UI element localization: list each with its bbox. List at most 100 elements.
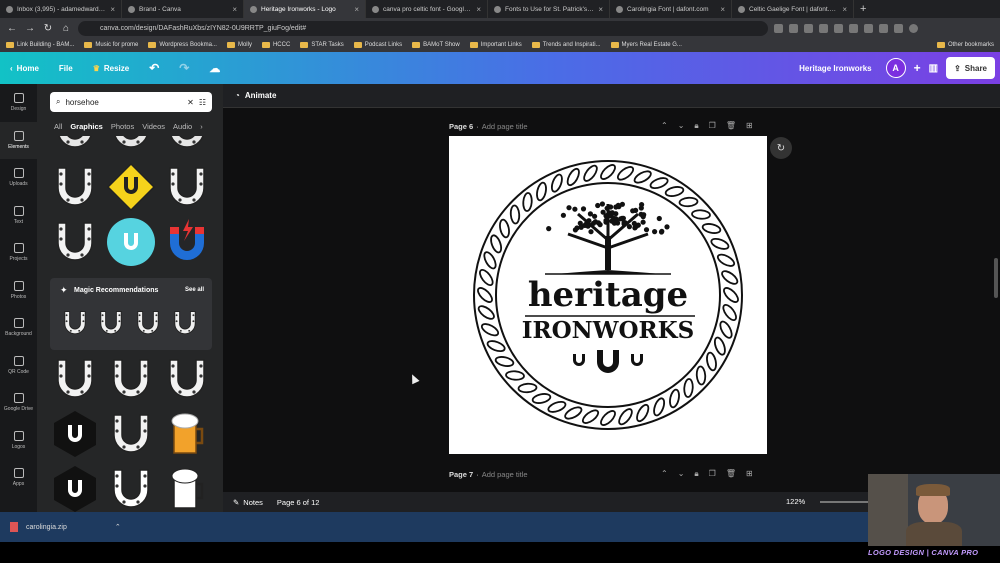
close-tab-icon[interactable]: × xyxy=(598,5,603,14)
bookmark-item[interactable]: HCCC xyxy=(262,42,290,48)
recommended-graphic[interactable] xyxy=(96,306,126,340)
extension-icon[interactable] xyxy=(894,24,903,33)
graphic-item[interactable] xyxy=(50,136,100,156)
design-title[interactable]: Heritage Ironworks xyxy=(799,64,871,73)
close-tab-icon[interactable]: × xyxy=(476,5,481,14)
add-page-icon[interactable]: ⊞ xyxy=(746,469,753,479)
browser-tab[interactable]: canva pro celtic font - Google S... × xyxy=(366,0,488,18)
notes-button[interactable]: Notes xyxy=(243,498,263,507)
beer-mug-graphic[interactable] xyxy=(162,464,212,512)
undo-icon[interactable]: ↶ xyxy=(149,61,159,75)
horseshoe-graphic[interactable] xyxy=(106,409,156,459)
close-tab-icon[interactable]: × xyxy=(842,5,847,14)
bookmark-item[interactable]: Molly xyxy=(227,42,252,48)
design-page[interactable]: heritage IRONWORKS xyxy=(449,136,767,454)
bookmark-item[interactable]: Important Links xyxy=(470,42,522,48)
horseshoe-graphic[interactable] xyxy=(50,217,100,267)
resize-button[interactable]: ♛ Resize xyxy=(93,64,130,73)
home-button[interactable]: ‹ Home xyxy=(10,64,39,73)
chevron-right-icon[interactable]: › xyxy=(200,122,203,131)
magnet-hexagon-graphic[interactable] xyxy=(50,464,100,512)
chevron-up-icon[interactable]: ⌃ xyxy=(661,121,668,131)
browser-tab[interactable]: Celtic Gaelige Font | dafont.com × xyxy=(732,0,854,18)
clear-icon[interactable]: ✕ xyxy=(187,98,194,107)
lock-icon[interactable]: 🔒︎ xyxy=(694,121,698,131)
chevron-down-icon[interactable]: ⌄ xyxy=(678,121,685,131)
horseshoe-graphic[interactable] xyxy=(162,162,212,212)
page-counter[interactable]: Page 6 of 12 xyxy=(277,498,320,507)
add-page-icon[interactable]: ⊞ xyxy=(746,121,753,131)
forward-icon[interactable]: → xyxy=(24,23,36,34)
browser-tab[interactable]: Carolingia Font | dafont.com × xyxy=(610,0,732,18)
add-page-title[interactable]: Add page title xyxy=(482,470,528,479)
chevron-up-icon[interactable]: ⌃ xyxy=(115,523,121,531)
bookmark-item[interactable]: Trends and Inspirati... xyxy=(532,42,601,48)
avatar[interactable]: A xyxy=(886,58,906,78)
bookmark-item[interactable]: Podcast Links xyxy=(354,42,402,48)
extension-icon[interactable] xyxy=(804,24,813,33)
rail-item[interactable]: Projects xyxy=(0,234,37,272)
beer-mug-graphic[interactable] xyxy=(162,409,212,459)
recommended-graphic[interactable] xyxy=(170,306,200,340)
trash-icon[interactable]: 🗑︎ xyxy=(726,469,736,479)
chevron-down-icon[interactable]: ⌄ xyxy=(678,469,685,479)
extension-icon[interactable] xyxy=(849,24,858,33)
bookmark-item[interactable]: BAMoT Show xyxy=(412,42,460,48)
animate-button[interactable]: Animate xyxy=(245,91,277,100)
horseshoe-graphic[interactable] xyxy=(50,162,100,212)
download-item[interactable]: carolingia.zip xyxy=(26,524,67,531)
duplicate-icon[interactable]: ❐ xyxy=(709,121,716,131)
redo-icon[interactable]: ↷ xyxy=(179,61,189,75)
category-tab[interactable]: Audio xyxy=(173,122,192,131)
horseshoe-graphic[interactable] xyxy=(106,354,156,404)
add-page-title[interactable]: Add page title xyxy=(482,122,528,131)
bookmark-item[interactable]: STAR Tasks xyxy=(300,42,343,48)
category-tab[interactable]: All xyxy=(54,122,62,131)
add-people-icon[interactable]: + xyxy=(914,61,921,75)
graphic-item[interactable] xyxy=(162,136,212,156)
file-menu[interactable]: File xyxy=(59,64,73,73)
bookmark-item[interactable]: Link Building - BAM... xyxy=(6,42,74,48)
magnet-circle-graphic[interactable] xyxy=(106,217,156,267)
trash-icon[interactable]: 🗑︎ xyxy=(726,121,736,131)
magnet-graphic[interactable] xyxy=(162,217,212,267)
lock-icon[interactable]: 🔒︎ xyxy=(694,469,698,479)
rail-item[interactable]: Elements xyxy=(0,122,37,160)
other-bookmarks[interactable]: Other bookmarks xyxy=(937,42,994,48)
analytics-icon[interactable]: ▥ xyxy=(929,63,938,74)
search-input[interactable]: ⌕ horsehoe ✕ ☷ xyxy=(50,92,212,112)
close-tab-icon[interactable]: × xyxy=(110,5,115,14)
new-tab-icon[interactable]: + xyxy=(860,3,866,15)
close-tab-icon[interactable]: × xyxy=(720,5,725,14)
cloud-save-icon[interactable]: ☁ xyxy=(209,62,220,75)
rail-item[interactable]: Logos xyxy=(0,422,37,460)
home-icon[interactable]: ⌂ xyxy=(60,23,72,34)
browser-tab[interactable]: Brand - Canva × xyxy=(122,0,244,18)
back-icon[interactable]: ← xyxy=(6,23,18,34)
horseshoe-graphic[interactable] xyxy=(162,354,212,404)
rail-item[interactable]: Background xyxy=(0,309,37,347)
bookmark-item[interactable]: Myers Real Estate G... xyxy=(611,42,682,48)
rail-item[interactable]: Google Drive xyxy=(0,384,37,422)
zoom-level[interactable]: 122% xyxy=(786,497,805,506)
horseshoe-graphic[interactable] xyxy=(50,354,100,404)
profile-icon[interactable] xyxy=(909,24,918,33)
rail-item[interactable]: Photos xyxy=(0,272,37,310)
horseshoe-sign-graphic[interactable] xyxy=(106,162,156,212)
extension-icon[interactable] xyxy=(834,24,843,33)
magnet-hexagon-graphic[interactable] xyxy=(50,409,100,459)
share-button[interactable]: ⇪ Share xyxy=(946,57,995,79)
see-all-link[interactable]: See all xyxy=(185,287,204,293)
extension-icon[interactable] xyxy=(879,24,888,33)
bookmark-item[interactable]: Wordpress Bookma... xyxy=(148,42,217,48)
rail-item[interactable]: Design xyxy=(0,84,37,122)
bookmark-item[interactable]: Music for prome xyxy=(84,42,138,48)
extension-icon[interactable] xyxy=(774,24,783,33)
rail-item[interactable]: Uploads xyxy=(0,159,37,197)
category-tab[interactable]: Videos xyxy=(142,122,165,131)
magnet-outline-graphic[interactable] xyxy=(106,464,156,512)
rail-item[interactable]: Apps xyxy=(0,459,37,497)
category-tab[interactable]: Photos xyxy=(111,122,134,131)
browser-tab[interactable]: Inbox (3,995) - adamedwardsd... × xyxy=(0,0,122,18)
extension-icon[interactable] xyxy=(789,24,798,33)
